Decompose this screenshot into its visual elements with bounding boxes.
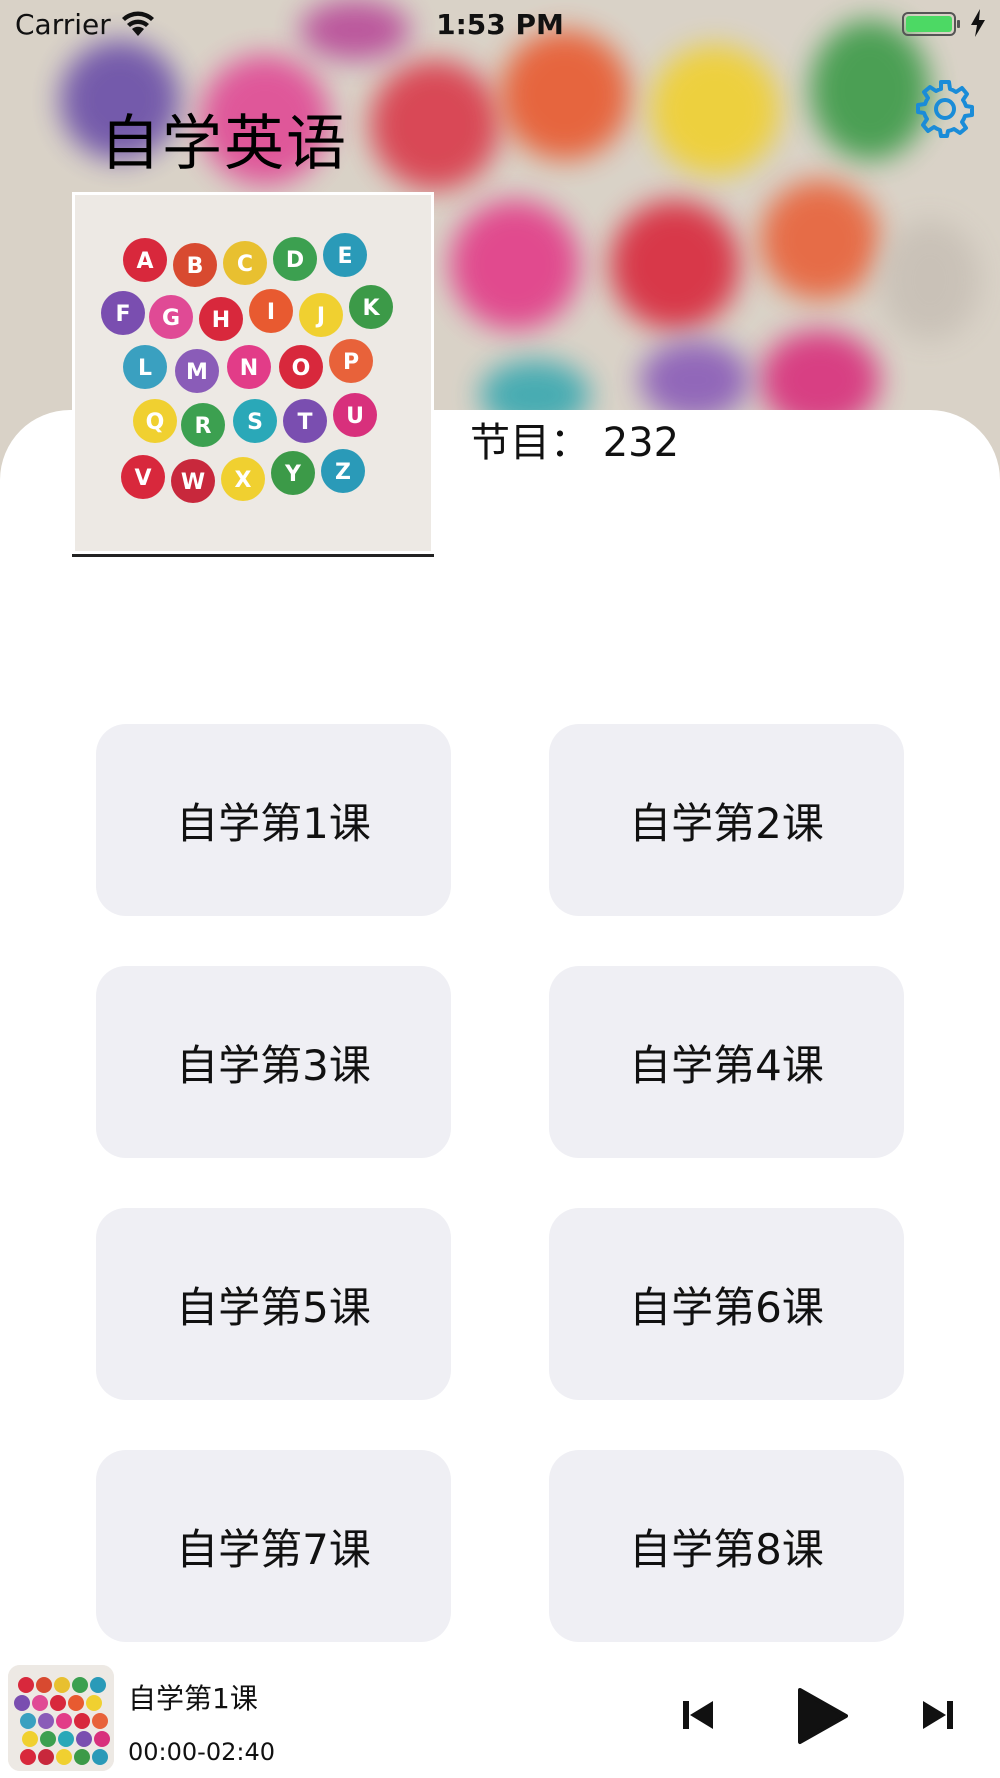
svg-text:T: T (297, 410, 312, 435)
svg-text:C: C (237, 252, 253, 277)
charging-icon (971, 9, 985, 37)
playback-time: 00:00-02:40 (128, 1738, 275, 1766)
svg-text:N: N (240, 356, 258, 381)
svg-text:Z: Z (335, 460, 351, 485)
next-icon[interactable] (920, 1697, 956, 1733)
player-thumbnail[interactable] (8, 1665, 114, 1771)
now-playing-title: 自学第1课 (128, 1682, 258, 1715)
status-bar: Carrier 1:53 PM (0, 0, 1000, 50)
svg-text:V: V (134, 466, 151, 491)
lesson-button-4[interactable]: 自学第4课 (549, 966, 904, 1158)
svg-text:B: B (187, 254, 204, 279)
app-screen: Carrier 1:53 PM 自学英语 A B C D E F G H I J… (0, 0, 1000, 1778)
album-cover-image: A B C D E F G H I J K L M N O P Q R S T … (72, 192, 434, 554)
lesson-button-8[interactable]: 自学第8课 (549, 1450, 904, 1642)
svg-text:U: U (346, 404, 364, 429)
svg-text:A: A (136, 249, 153, 274)
svg-text:O: O (292, 356, 311, 381)
svg-text:W: W (181, 470, 205, 495)
svg-text:Y: Y (284, 462, 302, 487)
svg-text:M: M (186, 360, 208, 385)
battery-icon (902, 12, 960, 36)
lesson-button-5[interactable]: 自学第5课 (96, 1208, 451, 1400)
svg-text:Q: Q (146, 410, 165, 435)
program-count: 节目： 232 (470, 420, 680, 466)
svg-text:D: D (286, 248, 304, 273)
lesson-button-2[interactable]: 自学第2课 (549, 724, 904, 916)
lesson-button-7[interactable]: 自学第7课 (96, 1450, 451, 1642)
svg-text:E: E (337, 244, 352, 269)
svg-text:L: L (138, 356, 152, 381)
page-title: 自学英语 (100, 109, 348, 179)
svg-text:S: S (247, 410, 263, 435)
svg-text:I: I (267, 300, 275, 325)
status-time: 1:53 PM (436, 8, 564, 41)
svg-text:X: X (235, 468, 252, 493)
lesson-button-6[interactable]: 自学第6课 (549, 1208, 904, 1400)
mini-player: 自学第1课 00:00-02:40 (0, 1655, 1000, 1778)
svg-text:G: G (162, 306, 180, 331)
svg-text:F: F (115, 302, 130, 327)
svg-text:H: H (212, 308, 230, 333)
previous-icon[interactable] (680, 1697, 716, 1733)
svg-text:R: R (195, 414, 212, 439)
gear-icon[interactable] (914, 78, 976, 140)
svg-text:K: K (362, 296, 380, 321)
svg-text:J: J (315, 304, 325, 329)
svg-text:P: P (343, 350, 359, 375)
lesson-button-3[interactable]: 自学第3课 (96, 966, 451, 1158)
play-icon[interactable] (796, 1687, 848, 1745)
lesson-button-1[interactable]: 自学第1课 (96, 724, 451, 916)
